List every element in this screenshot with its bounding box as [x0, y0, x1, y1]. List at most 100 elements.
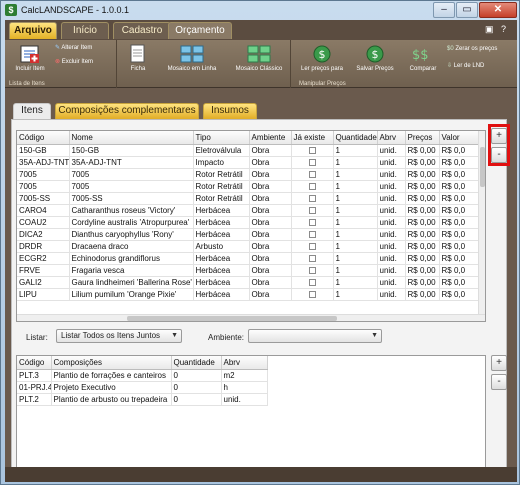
- items-vertical-scrollbar[interactable]: [478, 131, 485, 321]
- column-header[interactable]: Tipo: [193, 131, 250, 145]
- minimize-button[interactable]: –: [433, 2, 455, 18]
- zerar-precos-button[interactable]: $0 Zerar os preços: [447, 46, 497, 52]
- ja-existe-checkbox[interactable]: [308, 218, 316, 226]
- table-cell: 150-GB: [17, 144, 70, 157]
- items-vscroll-thumb[interactable]: [480, 147, 485, 187]
- table-cell: unid.: [377, 144, 406, 157]
- column-header[interactable]: Abrv: [221, 356, 268, 370]
- table-cell: Herbácea: [193, 216, 250, 229]
- maximize-button[interactable]: ▭: [456, 2, 478, 18]
- table-cell: Obra: [249, 144, 292, 157]
- tab-inicio[interactable]: Início: [61, 22, 109, 39]
- add-item-button[interactable]: +: [491, 128, 507, 144]
- ler-precos-label: Ler preços para: [300, 66, 344, 72]
- composicoes-grid[interactable]: Código Composições Quantidade Abrv PLT.3 Pla…: [16, 355, 486, 469]
- help-icon[interactable]: ?: [501, 24, 506, 34]
- incluir-item-button[interactable]: Incluir Item: [11, 44, 49, 72]
- table-row[interactable]: 7005 7005 Rotor Retrátil Obra 1 unid. R$ 0,00 R…: [17, 168, 481, 181]
- table-row[interactable]: 7005 7005 Rotor Retrátil Obra 1 unid. R$ 0,00 R…: [17, 180, 481, 193]
- table-row[interactable]: 01-PRJ.4 Projeto Executivo 0 h: [17, 381, 268, 394]
- table-cell: 1: [333, 144, 378, 157]
- table-cell: ECGR2: [17, 252, 70, 265]
- column-header[interactable]: Valor: [439, 131, 481, 145]
- salvar-precos-label: Salvar Preços: [356, 66, 394, 72]
- alterar-item-button[interactable]: ✎ Alterar Item: [55, 44, 92, 51]
- ja-existe-checkbox[interactable]: [308, 230, 316, 238]
- column-header[interactable]: Composições: [51, 356, 172, 370]
- app-icon: $: [5, 4, 17, 16]
- ja-existe-checkbox[interactable]: [308, 254, 316, 262]
- table-row[interactable]: PLT.3 Plantio de forrações e canteiros 0 m2: [17, 369, 268, 382]
- column-header[interactable]: Quantidade: [171, 356, 222, 370]
- group-label-lista: Lista de Itens: [9, 81, 45, 87]
- items-grid[interactable]: Código Nome Tipo Ambiente Já existe Quantidad…: [16, 130, 486, 322]
- comparar-button[interactable]: $$ Comparar: [403, 44, 443, 72]
- table-cell: Impacto: [193, 156, 250, 169]
- table-cell: Projeto Executivo: [51, 381, 172, 394]
- tab-arquivo[interactable]: Arquivo: [9, 22, 57, 39]
- add-list-icon: [20, 45, 39, 63]
- table-row[interactable]: DICA2 Dianthus caryophyllus 'Rony' Herbáce…: [17, 228, 481, 241]
- column-header[interactable]: Já existe: [291, 131, 334, 145]
- column-header[interactable]: Nome: [69, 131, 194, 145]
- items-horizontal-scrollbar[interactable]: [17, 314, 485, 321]
- table-cell: 1: [333, 228, 378, 241]
- ja-existe-checkbox[interactable]: [308, 278, 316, 286]
- ja-existe-checkbox[interactable]: [308, 170, 316, 178]
- table-row[interactable]: COAU2 Cordyline australis 'Atropurpurea' H…: [17, 216, 481, 229]
- table-row[interactable]: 35A-ADJ-TNT 35A-ADJ-TNT Impacto Obra 1 unid. R…: [17, 156, 481, 169]
- column-header[interactable]: Código: [17, 131, 70, 145]
- ja-existe-checkbox[interactable]: [308, 158, 316, 166]
- table-row[interactable]: DRDR Dracaena draco Arbusto Obra 1 unid. R$ 0,…: [17, 240, 481, 253]
- ja-existe-checkbox[interactable]: [308, 242, 316, 250]
- ja-existe-checkbox[interactable]: [308, 206, 316, 214]
- tab-insumos[interactable]: Insumos: [203, 103, 257, 119]
- ja-existe-checkbox[interactable]: [308, 182, 316, 190]
- ambiente-select[interactable]: ▼: [248, 329, 382, 343]
- column-header[interactable]: Quantidade: [333, 131, 378, 145]
- remove-item-button[interactable]: -: [491, 147, 507, 163]
- ler-precos-button[interactable]: $ Ler preços para: [297, 44, 347, 72]
- add-composicao-button[interactable]: +: [491, 355, 507, 371]
- ja-existe-checkbox[interactable]: [308, 146, 316, 154]
- mosaico-linha-button[interactable]: Mosaico em Linha: [161, 44, 223, 72]
- listar-select[interactable]: Listar Todos os Itens Juntos ▼: [56, 329, 182, 343]
- ja-existe-checkbox[interactable]: [308, 290, 316, 298]
- table-row[interactable]: PLT.2 Plantio de arbusto ou trepadeira 0 un…: [17, 393, 268, 406]
- table-cell: 0: [171, 393, 222, 406]
- table-cell: 1: [333, 252, 378, 265]
- table-cell: Herbácea: [193, 288, 250, 301]
- table-cell: R$ 0,00: [405, 288, 440, 301]
- table-cell: R$ 0,0: [439, 168, 481, 181]
- remove-composicao-button[interactable]: -: [491, 374, 507, 390]
- table-row[interactable]: 150-GB 150-GB Eletroválvula Obra 1 unid. R$ 0,…: [17, 144, 481, 157]
- tab-cadastro[interactable]: Cadastro: [113, 22, 171, 39]
- salvar-precos-button[interactable]: $ Salvar Preços: [351, 44, 399, 72]
- items-hscroll-thumb[interactable]: [127, 316, 337, 321]
- table-row[interactable]: CARO4 Catharanthus roseus 'Victory' Herbác…: [17, 204, 481, 217]
- table-cell: Catharanthus roseus 'Victory': [69, 204, 194, 217]
- tab-composicoes[interactable]: Composições complementares: [55, 103, 199, 119]
- mosaico-classico-button[interactable]: Mosaico Clássico: [229, 44, 289, 72]
- tab-itens[interactable]: Itens: [13, 103, 51, 119]
- ja-existe-checkbox[interactable]: [308, 266, 316, 274]
- table-row[interactable]: LIPU Lilium pumilum 'Orange Pixie' Herbáce…: [17, 288, 481, 301]
- ficha-button[interactable]: Ficha: [123, 44, 153, 72]
- table-cell: R$ 0,00: [405, 192, 440, 205]
- tab-orcamento[interactable]: Orçamento: [168, 22, 232, 39]
- table-row[interactable]: GALI2 Gaura lindheimeri 'Ballerina Rose' H…: [17, 276, 481, 289]
- column-header[interactable]: Ambiente: [249, 131, 292, 145]
- column-header[interactable]: Código: [17, 356, 52, 370]
- table-row[interactable]: 7005-SS 7005-SS Rotor Retrátil Obra 1 unid. R$…: [17, 192, 481, 205]
- ja-existe-checkbox[interactable]: [308, 194, 316, 202]
- close-button[interactable]: ✕: [479, 2, 517, 18]
- edit-icon: ✎: [55, 45, 61, 51]
- column-header[interactable]: Preços: [405, 131, 440, 145]
- table-row[interactable]: ECGR2 Echinodorus grandiflorus Herbácea Obr…: [17, 252, 481, 265]
- column-header[interactable]: Abrv: [377, 131, 406, 145]
- table-cell: 0: [171, 369, 222, 382]
- table-row[interactable]: FRVE Fragaria vesca Herbácea Obra 1 unid. R$ 0…: [17, 264, 481, 277]
- excluir-item-button[interactable]: ⊗ Excluir Item: [55, 58, 93, 65]
- save-icon[interactable]: ▣: [485, 24, 494, 35]
- ler-lnd-button[interactable]: ⇩ Ler de LND: [447, 62, 484, 69]
